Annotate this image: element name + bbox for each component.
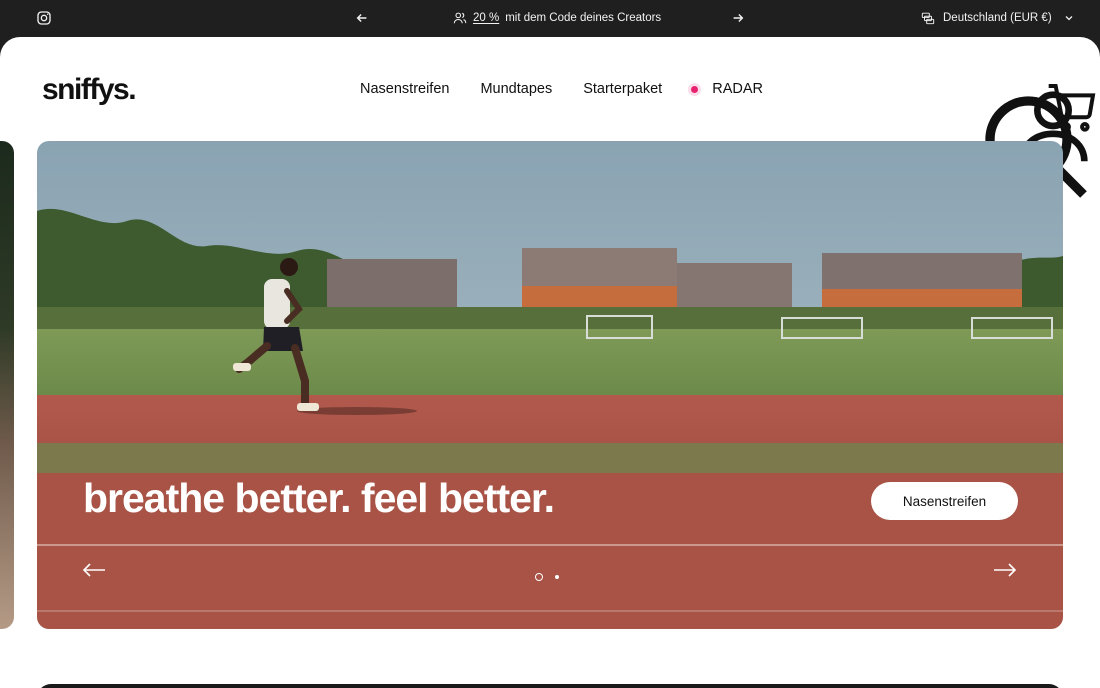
announcement-promo: 20 % mit dem Code deines Creators (453, 11, 661, 25)
announcement-bar: 20 % mit dem Code deines Creators Deutsc… (0, 0, 1100, 37)
chevron-down-icon (1065, 16, 1073, 21)
hero-image (37, 141, 1063, 629)
radar-live-dot-icon (691, 85, 699, 93)
cart-icon[interactable] (1044, 79, 1100, 135)
next-section-preview (37, 684, 1063, 688)
slider-next-arrow-icon[interactable] (993, 563, 1017, 577)
instagram-icon[interactable] (36, 10, 52, 26)
hero-cta-button[interactable]: Nasenstreifen (871, 482, 1018, 520)
promo-text: mit dem Code deines Creators (505, 12, 662, 24)
main-panel: sniffys. Nasenstreifen Mundtapes Starter… (0, 37, 1100, 688)
promo-code[interactable]: 20 % (473, 12, 499, 24)
slider-dot-2[interactable] (555, 575, 559, 579)
site-logo[interactable]: sniffys. (42, 73, 137, 107)
nav-item-radar[interactable]: RADAR (691, 81, 763, 97)
announcement-next-arrow-icon[interactable] (731, 11, 745, 25)
country-selector-label: Deutschland (EUR €) (943, 12, 1052, 24)
previous-slide-peek[interactable] (0, 141, 14, 629)
nav-item-nasenstreifen[interactable]: Nasenstreifen (360, 81, 449, 97)
nav-item-mundtapes[interactable]: Mundtapes (480, 81, 552, 97)
announcement-prev-arrow-icon[interactable] (355, 11, 369, 25)
main-nav: Nasenstreifen Mundtapes Starterpaket RAD… (360, 81, 763, 97)
users-icon (453, 12, 467, 24)
slider-prev-arrow-icon[interactable] (82, 563, 106, 577)
slider-pagination (535, 573, 559, 581)
hero-headline: breathe better. feel better. (83, 475, 555, 521)
slider-dot-1[interactable] (535, 573, 543, 581)
country-selector[interactable]: Deutschland (EUR €) (921, 11, 1074, 25)
nav-item-radar-label: RADAR (712, 81, 763, 97)
hero-slider: breathe better. feel better. Nasenstreif… (37, 141, 1063, 629)
currency-icon (921, 12, 935, 25)
nav-item-starterpaket[interactable]: Starterpaket (583, 81, 662, 97)
